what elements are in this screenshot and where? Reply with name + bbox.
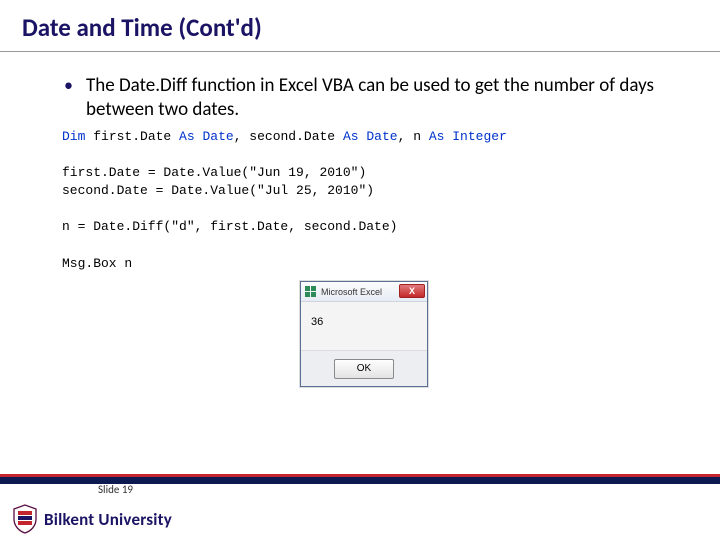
ok-button[interactable]: OK: [334, 359, 394, 379]
code-assign1: first.Date = Date.Value("Jun 19, 2010"): [62, 165, 366, 180]
code-var3: n: [413, 129, 421, 144]
excel-icon: [305, 286, 317, 298]
kw-date-2: Date: [366, 129, 397, 144]
kw-dim: Dim: [62, 129, 85, 144]
close-button[interactable]: X: [399, 284, 425, 298]
footer: Bilkent University: [0, 484, 720, 540]
slide-title: Date and Time (Cont'd): [0, 0, 720, 52]
university-logo-block: Bilkent University: [12, 504, 172, 534]
msgbox-body: 36: [301, 302, 427, 350]
kw-integer: Integer: [452, 129, 507, 144]
msgbox-button-row: OK: [301, 350, 427, 386]
msgbox-title: Microsoft Excel: [321, 287, 382, 297]
code-msgbox: Msg.Box n: [62, 256, 132, 271]
kw-as-1: As: [179, 129, 195, 144]
excel-msgbox-dialog: Microsoft Excel X 36 OK: [300, 281, 428, 387]
kw-date-1: Date: [202, 129, 233, 144]
university-crest-icon: [12, 504, 38, 534]
code-assign3: n = Date.Diff("d", first.Date, second.Da…: [62, 219, 397, 234]
kw-as-3: As: [429, 129, 445, 144]
kw-as-2: As: [343, 129, 359, 144]
bullet-datediff: The Date.Diff function in Excel VBA can …: [64, 74, 676, 122]
code-assign2: second.Date = Date.Value("Jul 25, 2010"): [62, 183, 374, 198]
university-name: Bilkent University: [44, 509, 172, 530]
close-icon: X: [409, 286, 415, 296]
content-area: The Date.Diff function in Excel VBA can …: [0, 52, 720, 387]
code-var1: first.Date: [93, 129, 171, 144]
msgbox-titlebar: Microsoft Excel X: [301, 282, 427, 302]
code-var2: second.Date: [249, 129, 335, 144]
code-block: Dim first.Date As Date, second.Date As D…: [62, 128, 720, 274]
